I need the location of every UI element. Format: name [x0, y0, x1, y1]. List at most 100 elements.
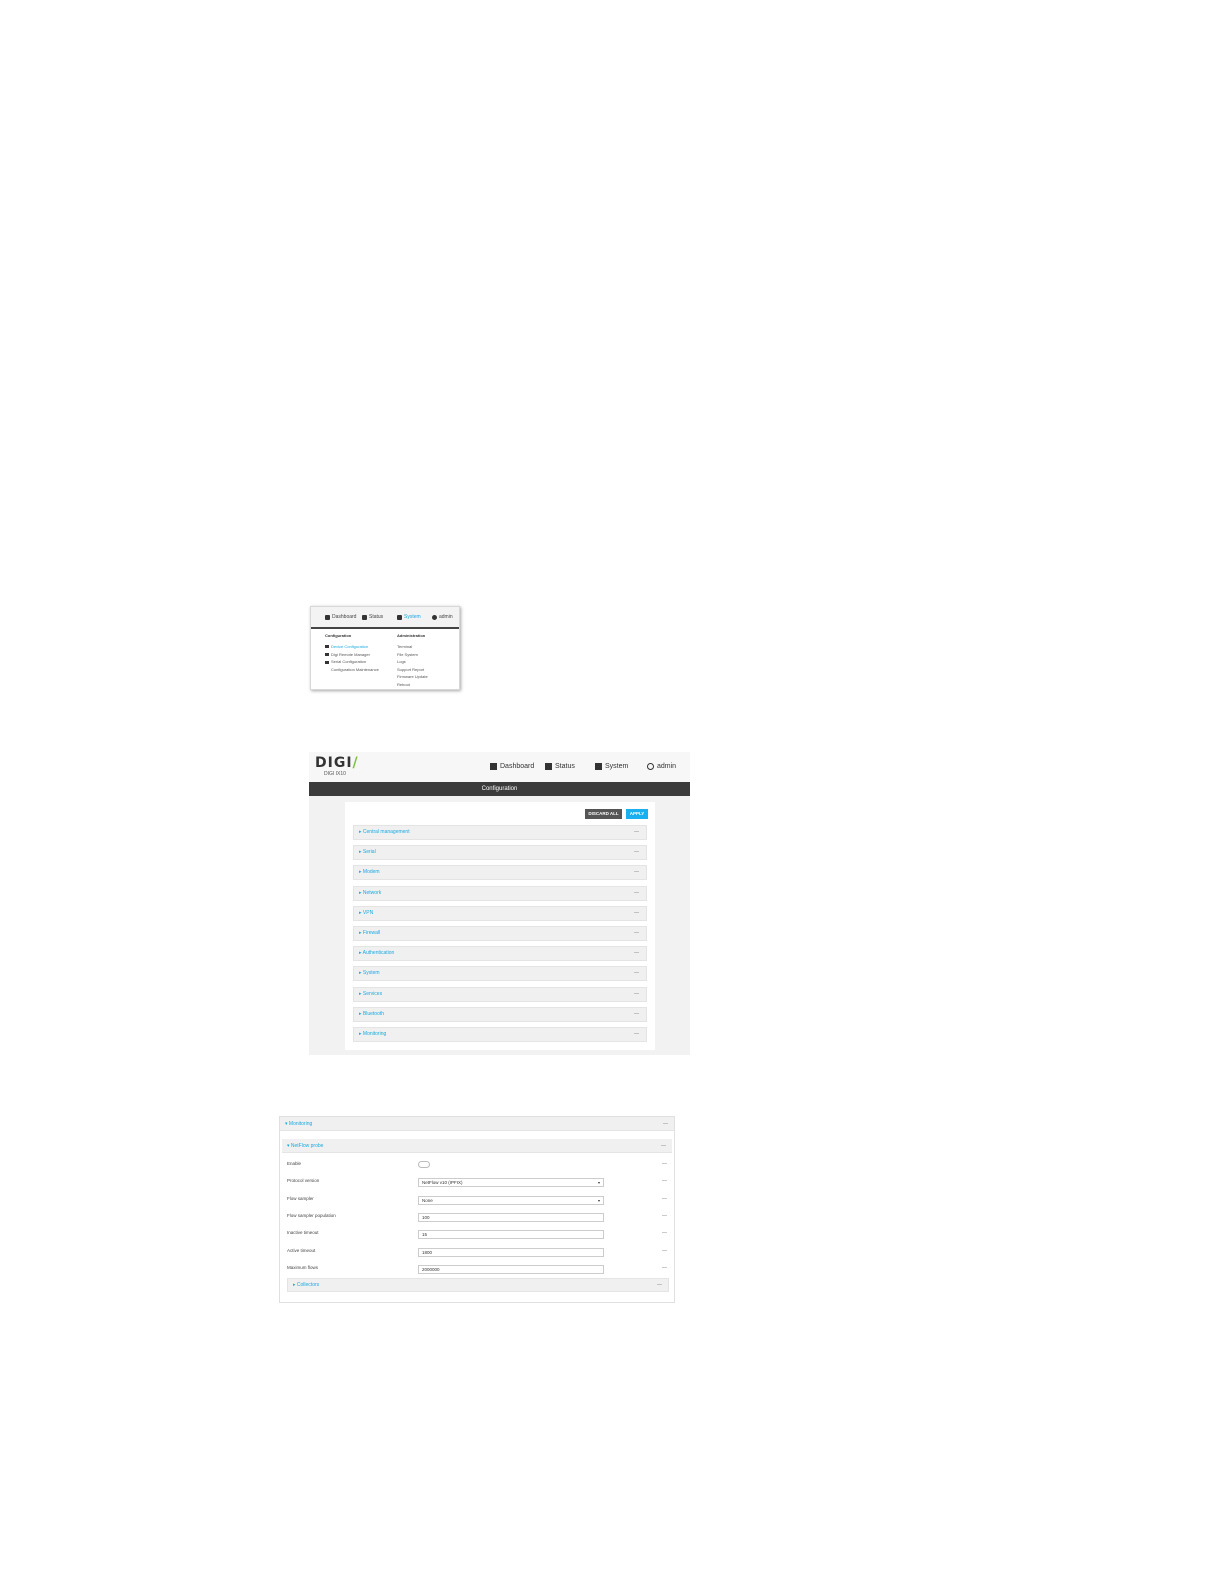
menu-item-file-system[interactable]: File System [397, 651, 428, 659]
nav-admin[interactable]: admin [432, 614, 453, 620]
more-icon[interactable]: — [661, 1139, 666, 1153]
section-label: Firewall [362, 930, 381, 936]
select-field[interactable]: None ▾ [418, 1195, 604, 1205]
page-title: Configuration [309, 782, 690, 796]
configuration-panel: DISCARD ALL APPLY ▸ Central management — ▸… [345, 802, 655, 1050]
user-icon [432, 614, 437, 620]
netflow-probe-header[interactable]: ▾ NetFlow probe — [282, 1139, 672, 1153]
monitoring-section-header[interactable]: ▾ Monitoring — [280, 1117, 674, 1131]
dropdown-caret-icon: ▾ [597, 1180, 600, 1186]
section-label: Central management [362, 829, 410, 835]
section-row[interactable]: ▸ Authentication — [353, 946, 647, 962]
more-icon[interactable]: — [634, 927, 639, 940]
menu-item-device-configuration[interactable]: Device Configuration [325, 643, 379, 651]
select-field[interactable]: NetFlow v10 (IPFIX) ▾ [418, 1178, 604, 1188]
more-icon[interactable]: — [662, 1161, 667, 1167]
section-row[interactable]: ▸ Monitoring — [353, 1027, 647, 1042]
more-icon[interactable]: — [634, 887, 639, 900]
administration-column: Administration Terminal File System Logs… [397, 633, 428, 689]
more-icon[interactable]: — [634, 846, 639, 859]
section-row[interactable]: ▸ Network — [353, 885, 647, 901]
enable-toggle[interactable] [418, 1161, 430, 1168]
field-row: Flow sampler None ▾ — [287, 1195, 669, 1208]
more-icon[interactable]: — [662, 1230, 667, 1236]
wrench-icon [325, 645, 329, 649]
gear-icon [397, 614, 402, 620]
collectors-section-header[interactable]: ▸ Collectors — [287, 1278, 669, 1292]
more-icon[interactable]: — [657, 1279, 662, 1291]
field-row: Enable — [287, 1161, 669, 1173]
menu-item-reboot[interactable]: Reboot [397, 681, 428, 689]
field-label: Flow sampler population [287, 1212, 336, 1218]
section-row[interactable]: ▸ Modem — [353, 865, 647, 881]
section-row[interactable]: ▸ System — [353, 966, 647, 982]
nav-system[interactable]: System [595, 763, 628, 770]
section-label: Monitoring [362, 1031, 387, 1037]
section-row[interactable]: ▸ Central management — [353, 825, 647, 840]
nav-status[interactable]: Status [545, 763, 575, 770]
grid-icon [545, 763, 552, 770]
more-icon[interactable]: — [634, 866, 639, 879]
system-menu-screenshot: Dashboard Status System admin Configurat… [310, 606, 460, 690]
administration-header: Administration [397, 633, 426, 638]
serial-icon [325, 660, 329, 664]
menu-item-terminal[interactable]: Terminal [397, 643, 428, 651]
gear-icon [595, 763, 602, 770]
system-dropdown: Configuration Device Configuration Digi … [311, 627, 459, 689]
field-row: Inactive timeout 15 — [287, 1230, 669, 1242]
section-label: Modem [362, 869, 380, 876]
field-label: Active timeout [287, 1247, 316, 1253]
menu-item-remote-manager[interactable]: Digi Remote Manager [325, 651, 379, 659]
more-icon[interactable]: — [634, 826, 639, 839]
menu-item-serial-configuration[interactable]: Serial Configuration [325, 658, 379, 666]
discard-all-button[interactable]: DISCARD ALL [585, 809, 622, 819]
more-icon[interactable]: — [662, 1196, 667, 1202]
more-icon[interactable]: — [662, 1213, 667, 1219]
grid-icon [362, 614, 367, 620]
configuration-header: Configuration [325, 633, 352, 638]
section-label: Authentication [362, 950, 395, 957]
field-label: Enable [287, 1161, 302, 1166]
more-icon[interactable]: — [662, 1265, 667, 1271]
netflow-probe-screenshot: ▾ Monitoring — ▾ NetFlow probe — Enable —… [279, 1116, 675, 1303]
apply-button[interactable]: APPLY [626, 809, 648, 819]
header-bar: DIGI/ DIGI IX10 Dashboard Status System … [309, 752, 690, 782]
nav-status[interactable]: Status [362, 614, 383, 620]
section-label: System [362, 970, 380, 977]
section-row[interactable]: ▸ Firewall — [353, 926, 647, 941]
configuration-page-screenshot: DIGI/ DIGI IX10 Dashboard Status System … [309, 752, 690, 1055]
more-icon[interactable]: — [662, 1178, 667, 1184]
text-input[interactable]: 100 [418, 1212, 604, 1222]
configuration-column: Configuration Device Configuration Digi … [325, 633, 379, 673]
more-icon[interactable]: — [663, 1117, 668, 1131]
text-input[interactable]: 2000000 [418, 1264, 604, 1274]
more-icon[interactable]: — [634, 1008, 639, 1021]
menu-item-logs[interactable]: Logs [397, 658, 428, 666]
logo-slash-icon: / [352, 755, 359, 771]
nav-admin[interactable]: admin [647, 763, 676, 770]
text-input[interactable]: 15 [418, 1230, 604, 1240]
digi-logo: DIGI/ [315, 755, 359, 771]
menu-item-configuration-maintenance[interactable]: Configuration Maintenance [325, 666, 379, 674]
section-row[interactable]: ▸ Serial — [353, 845, 647, 861]
section-label: Bluetooth [362, 1010, 385, 1017]
more-icon[interactable]: — [634, 988, 639, 1001]
field-row: Flow sampler population 100 — [287, 1212, 669, 1225]
section-row[interactable]: ▸ Bluetooth — [353, 1006, 647, 1022]
section-row[interactable]: ▸ VPN — [353, 905, 647, 921]
more-icon[interactable]: — [634, 967, 639, 980]
menu-item-firmware-update[interactable]: Firmware Update [397, 673, 428, 681]
logo-model: DIGI IX10 [324, 771, 346, 777]
nav-dashboard[interactable]: Dashboard [490, 763, 534, 770]
section-row[interactable]: ▸ Services — [353, 986, 647, 1002]
nav-system[interactable]: System [397, 614, 421, 620]
more-icon[interactable]: — [634, 907, 639, 920]
text-input[interactable]: 1800 [418, 1247, 604, 1257]
more-icon[interactable]: — [634, 1028, 639, 1041]
field-label: Flow sampler [287, 1195, 314, 1201]
menu-item-support-report[interactable]: Support Report [397, 666, 428, 674]
more-icon[interactable]: — [634, 947, 639, 960]
nav-dashboard[interactable]: Dashboard [325, 614, 356, 620]
more-icon[interactable]: — [662, 1248, 667, 1254]
field-label: Inactive timeout [287, 1230, 319, 1236]
